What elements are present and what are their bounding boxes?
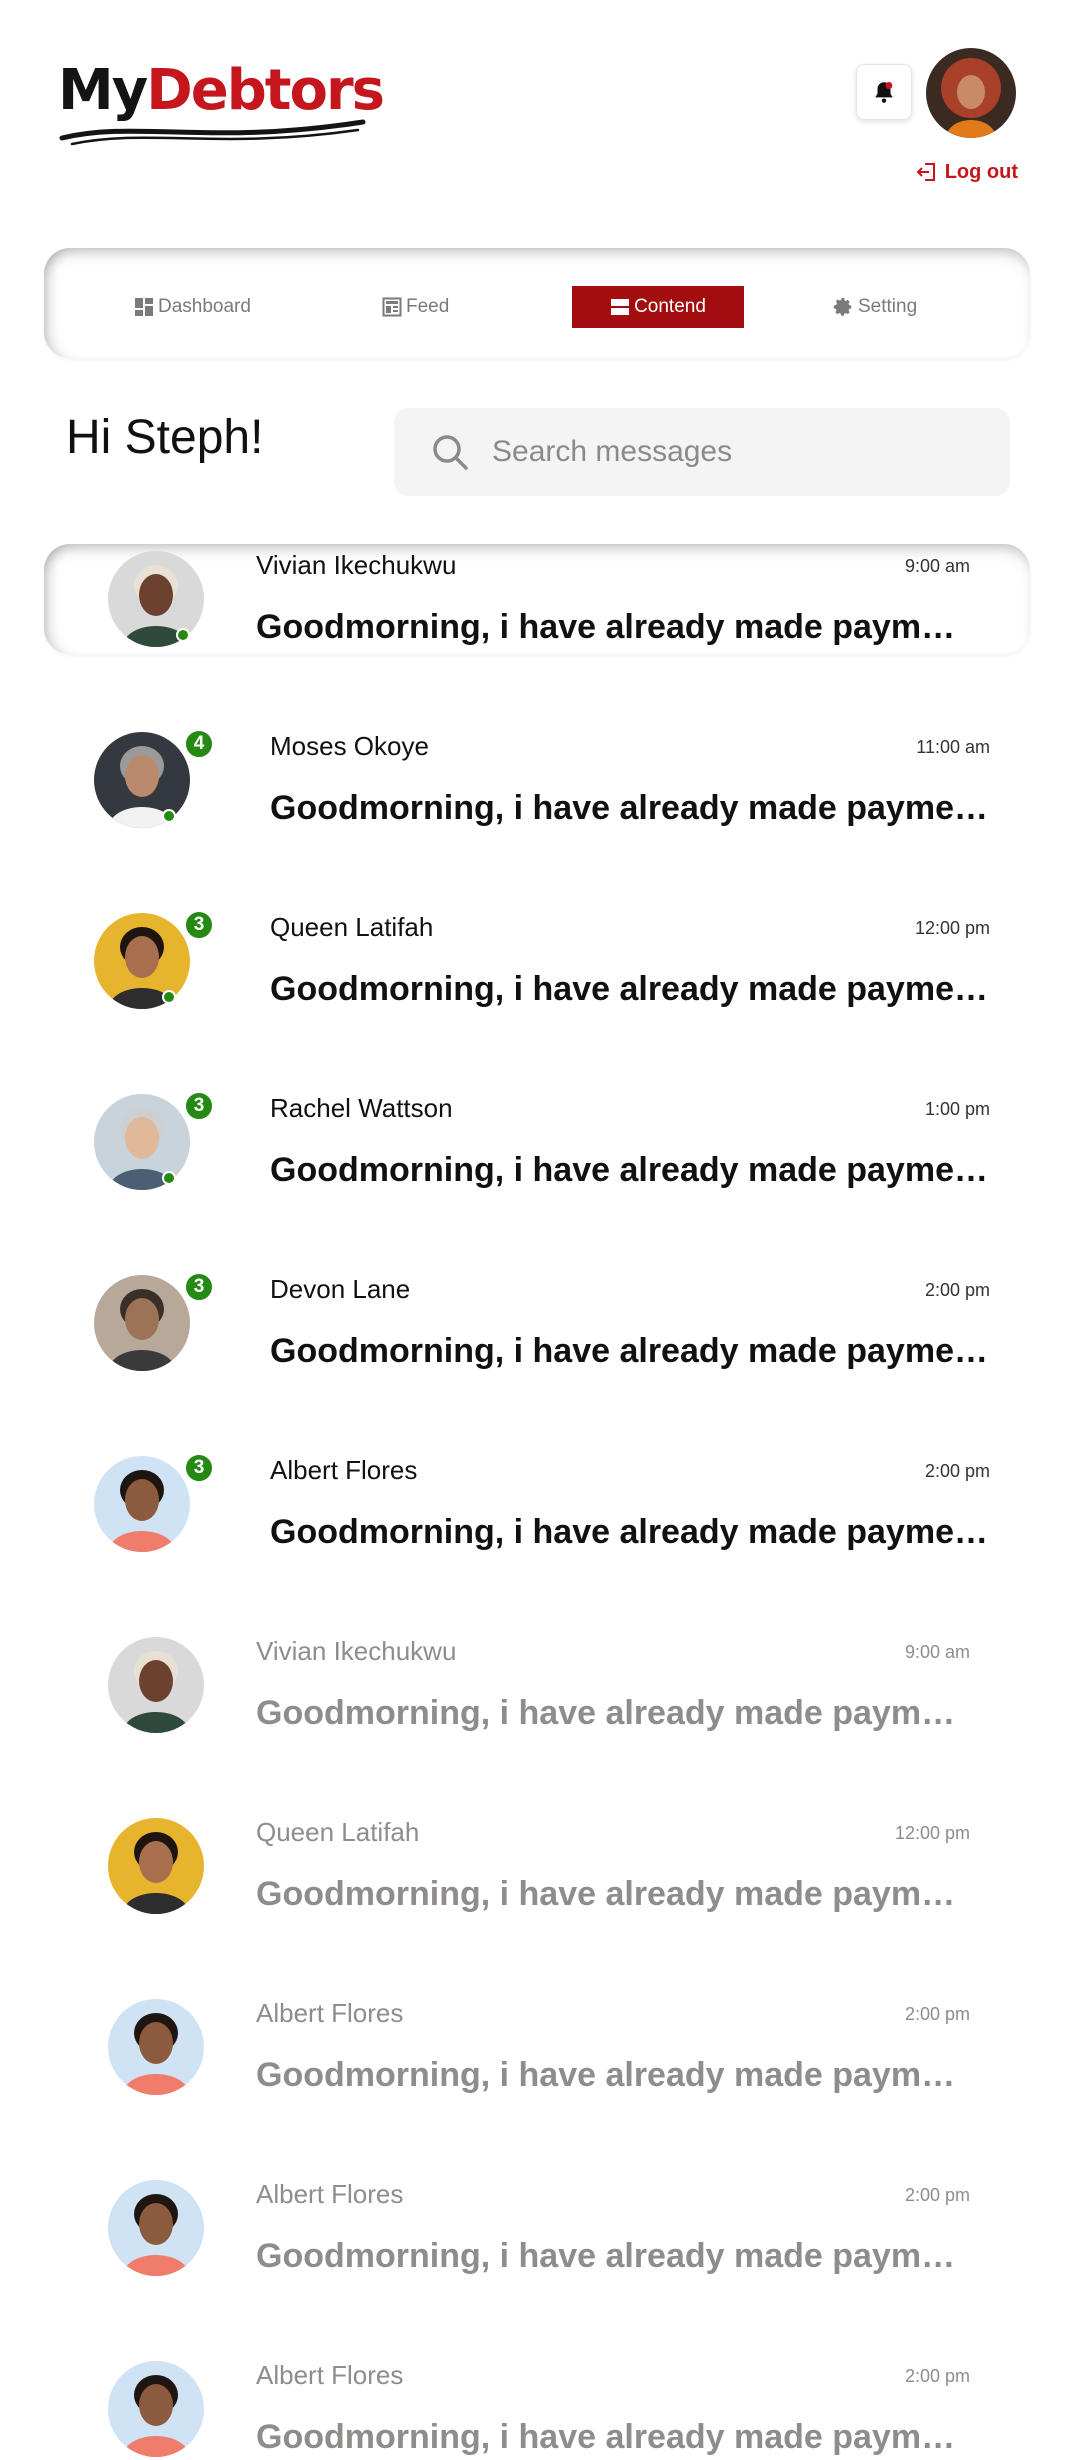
logout-button[interactable]: Log out [915,160,1018,184]
message-time: 9:00 am [904,556,970,576]
contact-name: Albert Flores [256,1998,404,2028]
bell-icon [875,82,893,103]
message-time: 11:00 am [916,737,990,757]
message-time: 2:00 pm [924,1461,990,1481]
contact-name: Moses Okoye [270,731,429,761]
main-nav: Dashboard Feed Contend Setting [44,248,1030,358]
message-row[interactable]: Queen Latifah 12:00 pm Goodmorning, i have… [44,1811,1030,1921]
notification-button[interactable] [856,64,912,120]
contact-name: Queen Latifah [270,912,434,942]
logo-text-debtors: Debtors [146,58,385,123]
online-status-dot [176,628,190,642]
unread-count-badge: 3 [184,1272,214,1302]
contact-avatar [108,2180,204,2276]
avatar-photo [108,2180,204,2276]
contact-name: Queen Latifah [256,1817,420,1847]
message-preview: Goodmorning, i have already made payment… [256,1694,970,1732]
contact-avatar [94,1275,190,1371]
tab-label: Dashboard [158,296,251,317]
avatar-photo [108,1637,204,1733]
message-row[interactable]: Albert Flores 2:00 pm Goodmorning, i have … [44,2173,1030,2283]
tab-setting[interactable]: Setting [832,286,917,328]
greeting-heading: Hi Steph! [66,411,264,464]
message-time: 2:00 pm [904,2366,970,2386]
tab-label: Contend [634,296,706,317]
logo-text-my: My [58,58,148,123]
message-time: 9:00 am [904,1642,970,1662]
tab-label: Feed [406,296,450,317]
contact-name: Albert Flores [256,2179,404,2209]
profile-photo [926,48,1016,138]
tab-contend[interactable]: Contend [572,286,744,328]
avatar-photo [94,1456,190,1552]
avatar-photo [108,1818,204,1914]
message-row[interactable]: 3 Queen Latifah 12:00 pm Goodmorning, i hav… [44,906,1030,1016]
message-preview: Goodmorning, i have already made payment… [270,970,990,1008]
message-row[interactable]: Albert Flores 2:00 pm Goodmorning, i have … [44,1992,1030,2102]
contact-name: Vivian Ikechukwu [256,550,457,580]
search-icon [433,435,468,470]
message-time: 1:00 pm [924,1099,990,1119]
tab-feed[interactable]: Feed [382,286,449,328]
online-status-dot [162,809,176,823]
online-status-dot [162,1171,176,1185]
contact-avatar [94,1456,190,1552]
message-time: 2:00 pm [924,1280,990,1300]
online-status-dot [162,990,176,1004]
tab-dashboard[interactable]: Dashboard [134,286,251,328]
unread-count-badge: 4 [184,729,214,759]
contact-name: Albert Flores [256,2360,404,2390]
message-preview: Goodmorning, i have already made payment… [256,1875,970,1913]
contact-avatar [108,1818,204,1914]
message-time: 2:00 pm [904,2185,970,2205]
dashboard-icon [135,298,153,316]
contact-avatar [108,2361,204,2457]
gear-icon [833,297,852,316]
search-bar[interactable] [394,408,1010,496]
contact-name: Albert Flores [270,1455,418,1485]
message-time: 12:00 pm [894,1823,970,1843]
message-preview: Goodmorning, i have already made payment… [270,1151,990,1189]
message-row[interactable]: 4 Moses Okoye 11:00 am Goodmorning, i have … [44,725,1030,835]
message-row[interactable]: Albert Flores 2:00 pm Goodmorning, i have … [44,2354,1030,2460]
feed-icon [382,297,402,317]
message-row[interactable]: 3 Devon Lane 2:00 pm Goodmorning, i have al… [44,1268,1030,1378]
message-preview: Goodmorning, i have already made payment… [256,2237,970,2275]
message-preview: Goodmorning, i have already made payment… [270,1332,990,1370]
avatar-photo [108,1999,204,2095]
logout-icon [916,163,935,181]
avatar-photo [94,1275,190,1371]
message-preview: Goodmorning, i have already made payment… [256,608,970,646]
unread-count-badge: 3 [184,1453,214,1483]
unread-count-badge: 3 [184,910,214,940]
search-input[interactable] [492,435,972,469]
message-preview: Goodmorning, i have already made payment… [270,1513,990,1551]
app-logo[interactable]: MyDebtors [58,56,385,146]
profile-avatar[interactable] [926,48,1016,138]
contact-name: Rachel Wattson [270,1093,453,1123]
contend-icon [611,299,630,315]
contact-avatar [108,1637,204,1733]
avatar-photo [108,2361,204,2457]
logout-label: Log out [944,160,1018,183]
message-row[interactable]: Vivian Ikechukwu 9:00 am Goodmorning, i ha… [44,544,1030,654]
message-preview: Goodmorning, i have already made payment… [256,2056,970,2094]
tab-label: Setting [858,296,918,317]
contact-avatar [108,1999,204,2095]
message-row[interactable]: 3 Rachel Wattson 1:00 pm Goodmorning, i hav… [44,1087,1030,1197]
contact-name: Devon Lane [270,1274,411,1304]
logo-swoosh [59,119,366,146]
unread-count-badge: 3 [184,1091,214,1121]
message-time: 12:00 pm [914,918,990,938]
message-preview: Goodmorning, i have already made payment… [256,2418,970,2456]
message-time: 2:00 pm [904,2004,970,2024]
message-preview: Goodmorning, i have already made payment… [270,789,990,827]
message-row[interactable]: 3 Albert Flores 2:00 pm Goodmorning, i have… [44,1449,1030,1559]
message-row[interactable]: Vivian Ikechukwu 9:00 am Goodmorning, i ha… [44,1630,1030,1740]
contact-name: Vivian Ikechukwu [256,1636,457,1666]
